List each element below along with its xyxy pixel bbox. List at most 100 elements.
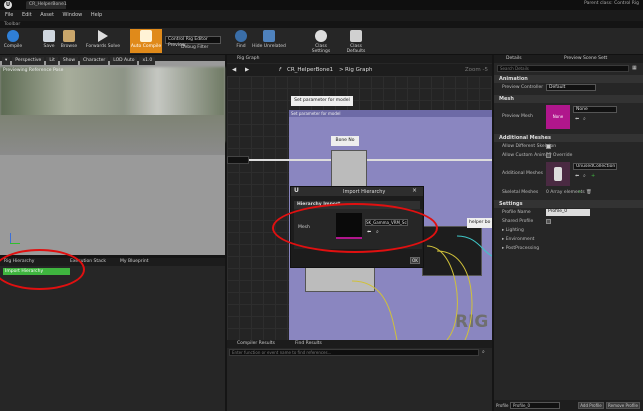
allow-custom-anim-checkbox[interactable] <box>546 153 551 158</box>
class-defaults-label: Class Defaults <box>346 44 366 54</box>
tab-my-blueprint[interactable]: My Blueprint <box>120 258 149 266</box>
title-bar: U CR_HelperBone1 Parent class: Control R… <box>0 0 643 10</box>
unreal-logo-icon: U <box>4 1 12 9</box>
menu-window[interactable]: Window <box>63 12 83 18</box>
find-label: Find <box>236 44 246 49</box>
details-panel: Details Preview Scene Sett Search Detail… <box>494 55 643 411</box>
preview-mesh-use-icon[interactable]: ⬅ <box>575 116 579 122</box>
axis-z-icon <box>10 233 11 243</box>
tab-rig-graph[interactable]: Rig Graph <box>237 55 259 63</box>
allow-skeleton-row: Allow Different Skeleton <box>494 142 643 151</box>
mesh-section[interactable]: Mesh <box>494 95 643 103</box>
close-icon[interactable]: × <box>412 187 417 194</box>
tab-details[interactable]: Details <box>506 55 522 63</box>
add-icon[interactable]: + <box>591 173 595 179</box>
viewport-overlay-text: Previewing Reference Pose <box>3 68 64 73</box>
hide-unrelated-button[interactable]: Hide Unrelated <box>252 29 286 53</box>
menu-asset[interactable]: Asset <box>40 12 54 18</box>
additional-use-icon[interactable]: ⬅ <box>575 173 579 179</box>
allow-skeleton-checkbox[interactable] <box>546 144 551 149</box>
browse-label: Browse <box>60 44 78 49</box>
auto-compile-button[interactable]: Auto Compile <box>130 29 162 53</box>
skeletal-add-icon[interactable]: + <box>578 188 582 197</box>
preview-mesh-search-icon[interactable]: ⌕ <box>583 116 586 122</box>
additional-meshes-label: Additional Meshes <box>502 171 543 176</box>
tab-preview-scene-settings[interactable]: Preview Scene Sett <box>564 55 607 63</box>
preview-controller-dropdown[interactable]: Default <box>546 84 596 91</box>
toolbar: Compile Save Browse Forwards Solve Auto … <box>0 28 643 55</box>
forwards-solve-button[interactable]: Forwards Solve <box>84 29 122 53</box>
playback-speed-button[interactable]: x1.0 <box>139 57 156 65</box>
allow-custom-anim-row: Allow Custom AnimBP Override <box>494 151 643 160</box>
auto-compile-icon <box>140 30 152 42</box>
preview-controller-label: Preview Controller <box>502 85 544 90</box>
environment-label: Environment <box>505 237 535 242</box>
lit-button[interactable]: Lit <box>46 57 58 65</box>
class-settings-button[interactable]: Class Settings <box>306 29 336 54</box>
skeletal-clear-icon[interactable]: 🗑 <box>586 188 592 197</box>
animation-section[interactable]: Animation <box>494 75 643 83</box>
details-content: Animation Preview Controller Default Mes… <box>494 75 643 253</box>
breadcrumb-root[interactable]: CR_HelperBone1 <box>287 64 333 76</box>
menu-file[interactable]: File <box>5 12 13 18</box>
class-defaults-button[interactable]: Class Defaults <box>341 29 371 54</box>
viewport[interactable]: ▾ Perspective Lit Show Character LOD Aut… <box>0 55 225 255</box>
additional-search-icon[interactable]: ⌕ <box>583 173 586 179</box>
tab-find-results[interactable]: Find Results <box>295 340 322 348</box>
environment-row[interactable]: ▸ Environment <box>494 235 643 244</box>
ground-blur <box>0 115 225 155</box>
details-search-input[interactable]: Search Details <box>497 65 629 72</box>
parent-class-label: Parent class: Control Rig <box>584 1 639 6</box>
class-defaults-icon <box>350 30 362 42</box>
preview-mesh-thumbnail[interactable]: None <box>546 105 570 129</box>
asset-tab[interactable]: CR_HelperBone1 <box>26 1 67 9</box>
viewport-toolbar: ▾ Perspective Lit Show Character LOD Aut… <box>2 57 156 65</box>
shared-profile-row: Shared Profile <box>494 217 643 226</box>
menu-help[interactable]: Help <box>91 12 102 18</box>
lighting-row[interactable]: ▸ Lighting <box>494 226 643 235</box>
preview-mesh-picker[interactable]: None <box>573 106 617 113</box>
find-button[interactable]: Find <box>233 29 249 53</box>
add-profile-button[interactable]: Add Profile <box>578 402 604 409</box>
character-button[interactable]: Character <box>80 57 109 65</box>
menu-edit[interactable]: Edit <box>22 12 32 18</box>
settings-section[interactable]: Settings <box>494 200 643 208</box>
compile-button[interactable]: Compile <box>2 29 24 53</box>
save-button[interactable]: Save <box>40 29 58 53</box>
compile-icon <box>7 30 19 42</box>
ok-button[interactable]: OK <box>410 257 420 264</box>
profile-name-input[interactable]: Profile_0 <box>546 209 590 216</box>
additional-meshes-thumbnail[interactable] <box>546 162 570 186</box>
annotation-ellipse-dialog <box>272 203 438 253</box>
graph-tab-bar: Rig Graph <box>227 55 492 63</box>
remove-profile-button[interactable]: Remove Profile <box>606 402 640 409</box>
additional-meshes-section[interactable]: Additional Meshes <box>494 134 643 142</box>
back-arrow-icon[interactable]: ◀ <box>232 64 236 76</box>
view-options-icon[interactable]: ▦ <box>632 65 637 71</box>
graph-breadcrumb: ◀ ▶ f CR_HelperBone1 > Rig Graph Zoom -5 <box>227 64 492 76</box>
tab-compiler-results[interactable]: Compiler Results <box>237 340 275 348</box>
allow-custom-anim-label: Allow Custom AnimBP Override <box>502 153 573 158</box>
profile-name-row: Profile Name Profile_0 <box>494 208 643 217</box>
additional-meshes-picker[interactable]: UnusedCollection <box>573 163 617 170</box>
class-settings-label: Class Settings <box>311 44 331 54</box>
find-search-input[interactable]: Enter function or event name to find ref… <box>229 349 479 356</box>
bottom-tabs: Compiler Results Find Results <box>227 340 492 348</box>
lod-button[interactable]: LOD Auto <box>110 57 138 65</box>
profile-footer-dropdown[interactable]: Profile_0 <box>510 402 560 409</box>
viewport-options-button[interactable]: ▾ <box>2 57 11 65</box>
find-search-icon[interactable]: ⌕ <box>482 349 485 355</box>
skeletal-meshes-row: Skeletal Meshes 0 Array elements + 🗑 <box>494 188 643 197</box>
details-tabs: Details Preview Scene Sett <box>494 55 643 63</box>
zoom-label: Zoom -5 <box>464 67 488 73</box>
shared-profile-checkbox[interactable] <box>546 219 551 224</box>
postprocessing-label: PostProcessing <box>505 246 540 251</box>
hide-unrelated-label: Hide Unrelated <box>252 44 286 49</box>
browse-button[interactable]: Browse <box>58 29 80 53</box>
postprocessing-row[interactable]: ▸ PostProcessing <box>494 244 643 253</box>
lighting-label: Lighting <box>505 228 524 233</box>
perspective-button[interactable]: Perspective <box>12 57 45 65</box>
preview-instance-dropdown[interactable]: Control Rig Editor Preview <box>165 36 221 48</box>
forward-arrow-icon[interactable]: ▶ <box>245 64 249 76</box>
show-button[interactable]: Show <box>59 57 79 65</box>
